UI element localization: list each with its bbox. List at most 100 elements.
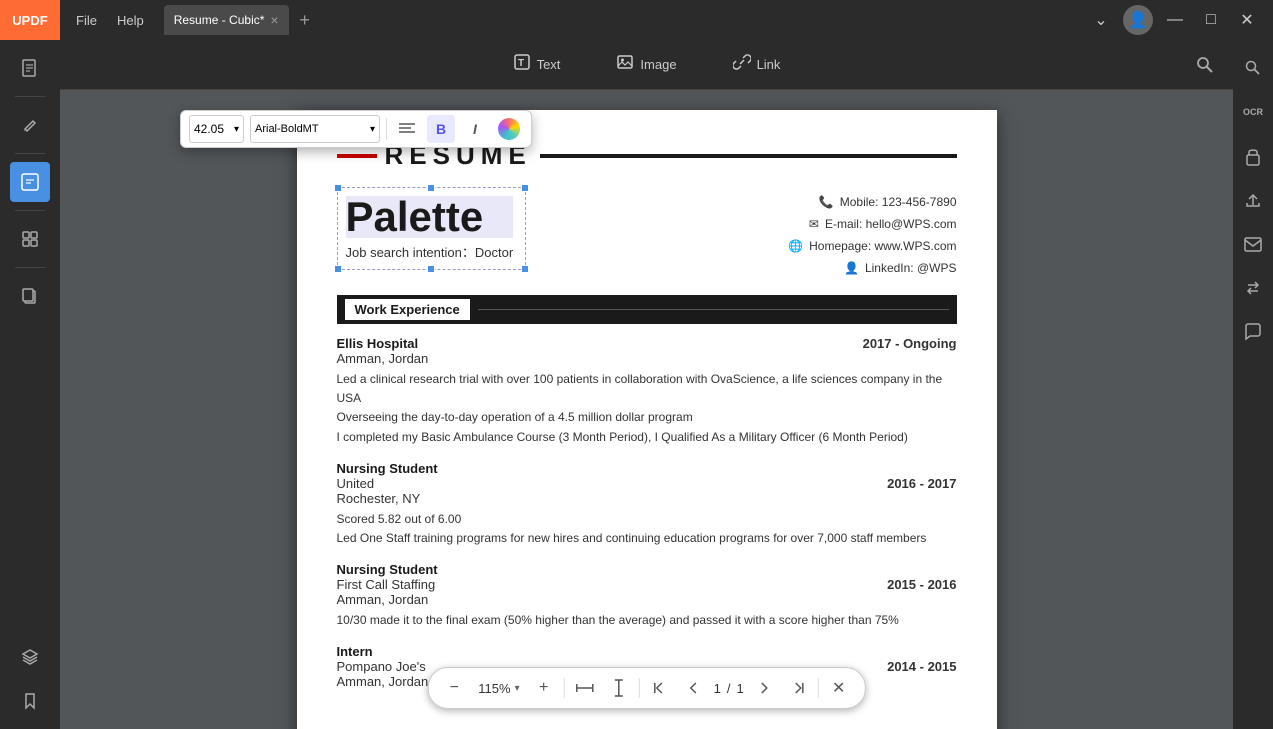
avatar[interactable]: 👤 [1123, 5, 1153, 35]
homepage-label: Homepage: www.WPS.com [809, 239, 956, 253]
location-1: Amman, Jordan [337, 351, 957, 366]
fit-page-btn[interactable] [605, 674, 633, 702]
right-chat-icon[interactable] [1233, 312, 1273, 352]
right-lock-icon[interactable] [1233, 136, 1273, 176]
color-wheel [498, 118, 520, 140]
app-logo: UPDF [0, 0, 60, 40]
linkedin-row: 👤 LinkedIn: @WPS [844, 261, 957, 275]
new-tab-btn[interactable]: + [293, 8, 317, 32]
content-area: 42.05 ▾ Arial-BoldMT ▾ B [60, 90, 1233, 729]
name-textbox[interactable]: Palette Job search intention：Doctor [337, 187, 527, 270]
right-convert-icon[interactable] [1233, 268, 1273, 308]
close-toolbar-icon: ✕ [832, 678, 845, 698]
file-menu[interactable]: File [68, 9, 105, 32]
email-icon: ✉ [809, 217, 819, 231]
text-tool-btn[interactable]: T Text [501, 47, 573, 82]
font-name-select[interactable]: Arial-BoldMT ▾ [250, 115, 380, 143]
resize-handle-b[interactable] [427, 265, 435, 273]
tab-label: Resume - Cubic* [174, 13, 265, 27]
work-entry-1-header: Ellis Hospital 2017 - Ongoing [337, 336, 957, 351]
resize-handle-br[interactable] [521, 265, 529, 273]
sidebar-layers-icon[interactable] [10, 637, 50, 677]
help-menu[interactable]: Help [109, 9, 152, 32]
sidebar-divider-1 [15, 96, 45, 97]
sidebar-grid-icon[interactable] [10, 219, 50, 259]
black-accent-line [540, 154, 957, 158]
close-btn[interactable]: ✕ [1233, 6, 1261, 34]
nav-next-btn[interactable] [750, 674, 778, 702]
dates-1: 2017 - Ongoing [863, 336, 957, 351]
email-row: ✉ E-mail: hello@WPS.com [809, 217, 957, 231]
font-size-arrow: ▾ [234, 124, 239, 135]
mobile-label: Mobile: 123-456-7890 [840, 195, 957, 209]
zoom-in-btn[interactable]: + [530, 674, 558, 702]
font-name-arrow: ▾ [370, 124, 375, 135]
zoom-dropdown-arrow[interactable]: ▾ [515, 683, 520, 694]
sidebar-document-icon[interactable] [10, 48, 50, 88]
svg-text:T: T [518, 58, 524, 69]
name-contact-row: Palette Job search intention：Doctor 📞 Mo… [337, 187, 957, 275]
resize-handle-bl[interactable] [334, 265, 342, 273]
pdf-viewer[interactable]: RESUME Palette [60, 90, 1233, 729]
right-email-icon[interactable] [1233, 224, 1273, 264]
image-tool-icon [616, 53, 634, 76]
nav-prev-btn[interactable] [680, 674, 708, 702]
maximize-btn[interactable]: □ [1197, 6, 1225, 34]
bold-btn[interactable]: B [427, 115, 455, 143]
title-bar: UPDF File Help Resume - Cubic* × + ⌄ 👤 —… [0, 0, 1273, 40]
zoom-in-icon: + [539, 679, 548, 697]
nav-first-btn[interactable] [646, 674, 674, 702]
work-entry-3-header: First Call Staffing 2015 - 2016 [337, 577, 957, 592]
bullets-1: Led a clinical research trial with over … [337, 370, 957, 447]
zoom-out-btn[interactable]: − [440, 674, 468, 702]
link-tool-label: Link [757, 57, 781, 72]
tab-close-btn[interactable]: × [270, 12, 278, 28]
link-tool-icon [733, 53, 751, 76]
work-entry-2-header: United 2016 - 2017 [337, 476, 957, 491]
image-tool-label: Image [640, 57, 676, 72]
nav-last-btn[interactable] [784, 674, 812, 702]
zoom-level: 115% [478, 681, 510, 696]
mobile-icon: 📞 [819, 195, 834, 209]
resize-handle-tl[interactable] [334, 184, 342, 192]
red-accent-line [337, 154, 377, 158]
fit-width-btn[interactable] [571, 674, 599, 702]
tab-resume[interactable]: Resume - Cubic* × [164, 5, 289, 35]
toolbar-right [1189, 49, 1221, 81]
minimize-btn[interactable]: — [1161, 6, 1189, 34]
sidebar-brush-icon[interactable] [10, 105, 50, 145]
sidebar-edit-icon[interactable] [10, 162, 50, 202]
dates-3: 2015 - 2016 [887, 577, 956, 592]
tab-bar: Resume - Cubic* × + [160, 5, 1075, 35]
sidebar-bookmark-icon[interactable] [10, 681, 50, 721]
job-title-2: Nursing Student [337, 461, 957, 476]
job-title-3: Nursing Student [337, 562, 957, 577]
bottom-toolbar: − 115% ▾ + [427, 667, 865, 709]
align-btn[interactable] [393, 115, 421, 143]
resize-handle-tr[interactable] [521, 184, 529, 192]
window-controls: ⌄ 👤 — □ ✕ [1075, 5, 1273, 35]
sidebar-copy-icon[interactable] [10, 276, 50, 316]
job-intention: Job search intention：Doctor [346, 242, 514, 261]
italic-btn[interactable]: I [461, 115, 489, 143]
format-divider-1 [386, 118, 387, 140]
bullet-1-3: I completed my Basic Ambulance Course (3… [337, 428, 957, 447]
right-search-icon[interactable] [1233, 48, 1273, 88]
font-size-input[interactable]: 42.05 ▾ [189, 115, 244, 143]
text-tool-label: Text [537, 57, 561, 72]
company-3: First Call Staffing [337, 577, 436, 592]
page-nav: 1 / 1 [714, 681, 744, 696]
close-toolbar-btn[interactable]: ✕ [825, 674, 853, 702]
work-entry-3: Nursing Student First Call Staffing 2015… [337, 562, 957, 630]
right-share-icon[interactable] [1233, 180, 1273, 220]
company-1: Ellis Hospital [337, 336, 419, 351]
expand-icon[interactable]: ⌄ [1087, 6, 1115, 34]
right-ocr-icon[interactable]: OCR [1233, 92, 1273, 132]
resize-handle-t[interactable] [427, 184, 435, 192]
bullet-3-1: 10/30 made it to the final exam (50% hig… [337, 611, 957, 630]
image-tool-btn[interactable]: Image [604, 47, 688, 82]
link-tool-btn[interactable]: Link [721, 47, 793, 82]
color-btn[interactable] [495, 115, 523, 143]
search-btn[interactable] [1189, 49, 1221, 81]
bullet-2-2: Led One Staff training programs for new … [337, 529, 957, 548]
